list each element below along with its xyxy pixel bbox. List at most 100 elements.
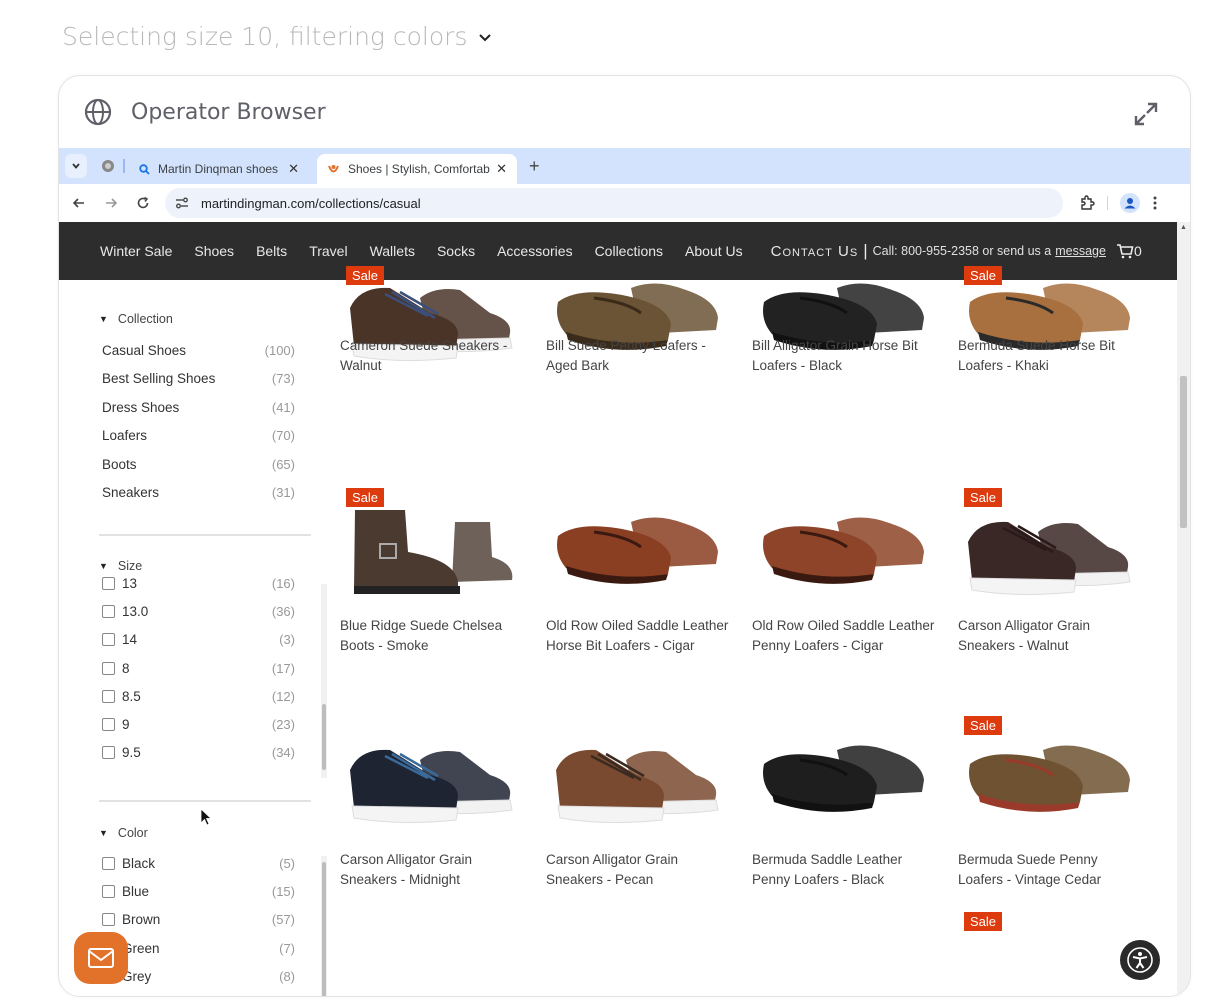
product-name[interactable]: Bill Suede Penny Loafers - Aged Bark [546, 336, 731, 376]
checkbox[interactable] [102, 577, 115, 590]
page-scrollbar-thumb[interactable] [1180, 376, 1187, 528]
checkbox[interactable] [102, 746, 115, 760]
checkbox[interactable] [102, 604, 115, 618]
nav-accessories[interactable]: Accessories [497, 243, 572, 259]
product-name[interactable]: Carson Alligator Grain Sneakers - Pecan [546, 850, 731, 890]
product-name[interactable]: Old Row Oiled Saddle Leather Horse Bit L… [546, 616, 731, 656]
scroll-up-arrow[interactable]: ▲ [1180, 224, 1187, 231]
close-tab-icon[interactable]: ✕ [496, 161, 507, 177]
product-image[interactable] [546, 502, 726, 602]
checkbox[interactable] [102, 718, 115, 732]
nav-belts[interactable]: Belts [256, 243, 287, 259]
collection-filter-item[interactable]: Casual Shoes (100) [99, 336, 295, 365]
size-filter-item[interactable]: 13 (16) [99, 577, 295, 597]
checkbox[interactable] [102, 661, 115, 675]
task-status[interactable]: Selecting size 10, filtering colors [62, 22, 493, 51]
filter-label: Brown [122, 912, 161, 928]
size-list: 13 (16) 13.0 (36) 14 (3) 8 (17) 8.5 (12) 9 (23) 9.5 (… [99, 577, 295, 777]
filter-count: (23) [271, 717, 295, 733]
facet-color-toggle[interactable]: ▼ Color [99, 826, 148, 840]
checkbox[interactable] [102, 856, 115, 870]
product-image[interactable] [546, 730, 726, 830]
contact-us-link[interactable]: Contact Us [771, 243, 859, 260]
extensions-icon[interactable] [1079, 195, 1095, 211]
forward-button[interactable] [99, 191, 123, 215]
size-filter-item[interactable]: 13.0 (36) [99, 597, 295, 625]
facet-size-toggle[interactable]: ▼ Size [99, 559, 142, 573]
chevron-down-icon [479, 33, 492, 41]
kebab-menu-icon[interactable] [1152, 195, 1158, 211]
chat-button[interactable] [74, 932, 128, 984]
webpage: Winter Sale Shoes Belts Travel Wallets S… [59, 222, 1179, 996]
size-filter-item[interactable]: 8 (17) [99, 654, 295, 682]
color-list-scrollbar[interactable] [321, 856, 327, 996]
filter-count: (15) [271, 883, 295, 899]
tab-search-button[interactable] [65, 154, 87, 178]
close-tab-icon[interactable]: ✕ [288, 161, 299, 177]
checkbox[interactable] [102, 633, 115, 647]
reload-button[interactable] [131, 191, 155, 215]
product-name[interactable]: Bill Alligator Grain Horse Bit Loafers -… [752, 336, 937, 376]
product-image[interactable] [340, 730, 520, 830]
product-image[interactable] [958, 730, 1138, 830]
nav-wallets[interactable]: Wallets [370, 243, 415, 259]
color-filter-item[interactable]: Brown (57) [99, 906, 295, 934]
collection-filter-item[interactable]: Boots (65) [99, 450, 295, 479]
filter-count: (5) [279, 855, 295, 871]
product-name[interactable]: Cameron Suede Sneakers - Walnut [340, 336, 525, 376]
expand-icon[interactable] [1132, 100, 1160, 128]
size-filter-item[interactable]: 8.5 (12) [99, 682, 295, 710]
filter-label: 8 [122, 660, 130, 676]
collection-filter-item[interactable]: Dress Shoes (41) [99, 393, 295, 422]
checkbox[interactable] [102, 913, 115, 927]
nav-about-us[interactable]: About Us [685, 243, 743, 259]
nav-socks[interactable]: Socks [437, 243, 475, 259]
profile-avatar-icon[interactable] [1120, 193, 1140, 213]
new-tab-button[interactable]: + [529, 156, 540, 177]
product-name[interactable]: Bermuda Suede Horse Bit Loafers - Khaki [958, 336, 1143, 376]
checkbox[interactable] [102, 689, 115, 703]
size-filter-item[interactable]: 9.5 (34) [99, 739, 295, 767]
back-button[interactable] [67, 191, 91, 215]
url-input[interactable]: martindingman.com/collections/casual [165, 188, 1063, 218]
nav-collections[interactable]: Collections [595, 243, 663, 259]
pinned-tab-icon[interactable] [101, 159, 115, 173]
message-link[interactable]: message [1055, 244, 1106, 258]
product-name[interactable]: Carson Alligator Grain Sneakers - Midnig… [340, 850, 525, 890]
collection-filter-item[interactable]: Loafers (70) [99, 422, 295, 451]
product-image[interactable] [752, 730, 932, 830]
tab-label: Shoes | Stylish, Comfortable [348, 162, 491, 176]
product-name[interactable]: Bermuda Saddle Leather Penny Loafers - B… [752, 850, 937, 890]
product-image[interactable] [752, 502, 932, 602]
tab-shoes[interactable]: Shoes | Stylish, Comfortable ✕ [317, 154, 517, 184]
product-name[interactable]: Bermuda Suede Penny Loafers - Vintage Ce… [958, 850, 1143, 890]
tab-search[interactable]: Martin Dinqman shoes - Sea ✕ [129, 154, 309, 184]
cart-button[interactable]: 0 [1116, 243, 1142, 259]
facet-collection-toggle[interactable]: ▼ Collection [99, 312, 295, 326]
color-filter-item[interactable]: Black (5) [99, 849, 295, 877]
nav-travel[interactable]: Travel [309, 243, 347, 259]
accessibility-button[interactable] [1120, 940, 1160, 980]
collection-filter-item[interactable]: Best Selling Shoes (73) [99, 365, 295, 394]
size-filter-item[interactable]: 14 (3) [99, 626, 295, 654]
checkbox[interactable] [102, 884, 115, 898]
filter-count: (3) [279, 632, 295, 648]
caret-down-icon: ▼ [99, 828, 108, 838]
sale-badge: Sale [964, 488, 1003, 507]
page-scrollbar[interactable]: ▲ [1177, 222, 1190, 996]
color-filter-item[interactable]: Blue (15) [99, 877, 295, 905]
product-image[interactable] [340, 502, 520, 602]
size-filter-item[interactable]: 9 (23) [99, 710, 295, 738]
product-name[interactable]: Old Row Oiled Saddle Leather Penny Loafe… [752, 616, 937, 656]
nav-winter-sale[interactable]: Winter Sale [100, 243, 172, 259]
collection-filter-item[interactable]: Sneakers (31) [99, 479, 295, 508]
product-name[interactable]: Blue Ridge Suede Chelsea Boots - Smoke [340, 616, 525, 656]
nav-shoes[interactable]: Shoes [194, 243, 234, 259]
product-image[interactable] [958, 502, 1138, 602]
color-filter-item[interactable]: Grey (8) [99, 962, 295, 990]
size-list-scrollbar[interactable] [321, 584, 327, 778]
filter-count: (8) [279, 968, 295, 984]
product-name[interactable]: Carson Alligator Grain Sneakers - Walnut [958, 616, 1143, 656]
color-filter-item[interactable]: Green (7) [99, 934, 295, 962]
filter-count: (70) [271, 428, 295, 444]
